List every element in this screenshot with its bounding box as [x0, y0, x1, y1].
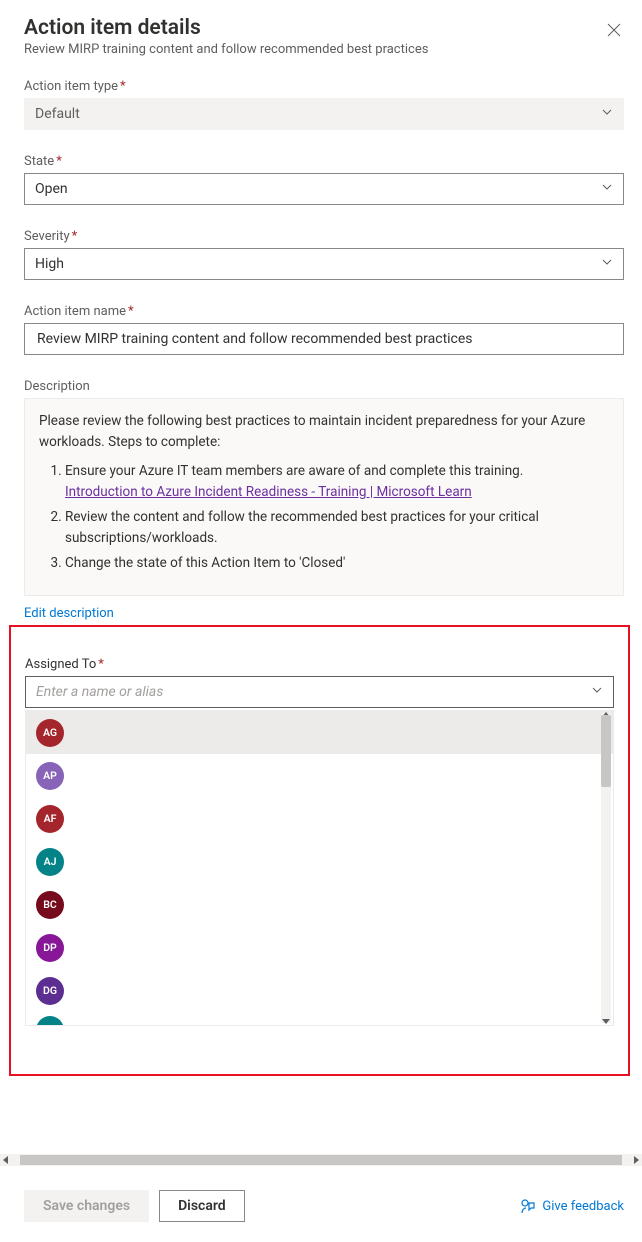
state-label: State*	[24, 154, 624, 169]
discard-button[interactable]: Discard	[159, 1190, 245, 1222]
description-intro: Please review the following best practic…	[39, 413, 585, 450]
assigned-to-placeholder: Enter a name or alias	[36, 684, 163, 700]
type-label: Action item type*	[24, 79, 624, 94]
name-label: Action item name*	[24, 304, 624, 319]
people-option[interactable]: AP	[26, 754, 613, 797]
required-marker: *	[128, 304, 134, 319]
feedback-icon	[520, 1198, 536, 1214]
avatar: BC	[36, 891, 64, 919]
state-value: Open	[35, 181, 68, 197]
scroll-thumb[interactable]	[601, 715, 611, 787]
people-option[interactable]: AG	[26, 711, 613, 754]
required-marker: *	[72, 229, 78, 244]
avatar: AJ	[36, 848, 64, 876]
avatar: AP	[36, 762, 64, 790]
people-dropdown: AG AP AF AJ BC DP DG	[25, 710, 614, 1026]
description-step-1: Ensure your Azure IT team members are aw…	[65, 461, 609, 503]
avatar: DG	[36, 977, 64, 1005]
state-select[interactable]: Open	[24, 173, 624, 205]
close-icon	[607, 23, 621, 37]
chevron-down-icon	[601, 181, 613, 197]
people-option[interactable]: AJ	[26, 840, 613, 883]
scroll-right-icon	[634, 1156, 639, 1164]
scroll-down-icon	[602, 1019, 610, 1024]
required-marker: *	[56, 154, 62, 169]
page-title: Action item details	[24, 16, 428, 40]
description-step-2: Review the content and follow the recomm…	[65, 507, 609, 549]
avatar: DP	[36, 934, 64, 962]
people-option[interactable]: DP	[26, 926, 613, 969]
description-label: Description	[24, 379, 624, 394]
scroll-left-icon	[3, 1156, 8, 1164]
description-box: Please review the following best practic…	[24, 398, 624, 596]
type-value: Default	[35, 106, 80, 122]
give-feedback-link[interactable]: Give feedback	[520, 1198, 624, 1214]
people-option-partial[interactable]	[26, 1012, 613, 1026]
page-subtitle: Review MIRP training content and follow …	[24, 42, 428, 57]
training-link[interactable]: Introduction to Azure Incident Readiness…	[65, 484, 472, 500]
type-select: Default	[24, 98, 624, 130]
save-button: Save changes	[24, 1190, 149, 1222]
severity-value: High	[35, 256, 64, 272]
required-marker: *	[98, 657, 104, 672]
chevron-down-icon	[591, 684, 603, 700]
assigned-to-label: Assigned To*	[25, 657, 614, 672]
people-option[interactable]: DG	[26, 969, 613, 1012]
required-marker: *	[120, 79, 126, 94]
severity-select[interactable]: High	[24, 248, 624, 280]
people-option[interactable]: BC	[26, 883, 613, 926]
avatar	[36, 1016, 64, 1026]
avatar: AG	[36, 719, 64, 747]
name-input-wrapper[interactable]	[24, 323, 624, 355]
name-input[interactable]	[35, 330, 613, 348]
people-option[interactable]: AF	[26, 797, 613, 840]
scroll-thumb[interactable]	[20, 1155, 622, 1165]
assigned-to-combobox[interactable]: Enter a name or alias	[25, 676, 614, 708]
description-step-3: Change the state of this Action Item to …	[65, 553, 609, 574]
chevron-down-icon	[601, 106, 613, 122]
close-button[interactable]	[600, 16, 628, 44]
chevron-down-icon	[601, 256, 613, 272]
horizontal-scrollbar[interactable]	[0, 1154, 642, 1166]
avatar: AF	[36, 805, 64, 833]
severity-label: Severity*	[24, 229, 624, 244]
edit-description-link[interactable]: Edit description	[24, 606, 114, 621]
assigned-to-section: Assigned To* Enter a name or alias AGAPA…	[9, 625, 630, 1076]
dropdown-scrollbar[interactable]	[601, 713, 611, 1023]
